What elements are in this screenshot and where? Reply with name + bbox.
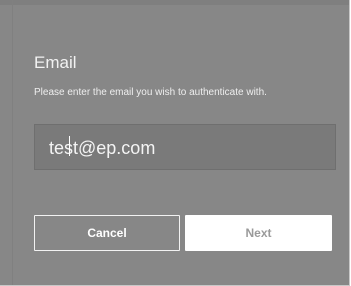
dialog-left-border	[12, 0, 13, 285]
next-button[interactable]: Next	[185, 215, 332, 251]
email-instructions: Please enter the email you wish to authe…	[34, 87, 267, 98]
auth-dialog: Email Please enter the email you wish to…	[0, 0, 350, 286]
cancel-button[interactable]: Cancel	[34, 215, 180, 251]
email-input[interactable]: test@ep.com	[34, 124, 336, 170]
email-title: Email	[34, 53, 77, 72]
text-cursor	[69, 136, 70, 156]
dialog-top-border	[0, 0, 349, 5]
